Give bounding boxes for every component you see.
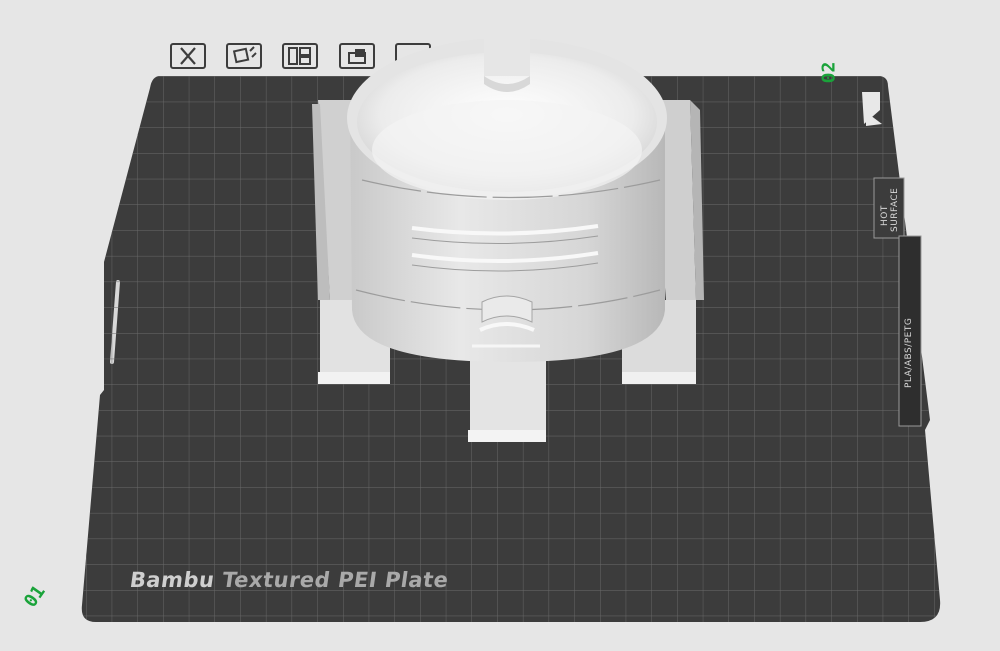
side-label-filament: PLA/ABS/PETG (904, 317, 914, 388)
side-label-surface: SURFACE (890, 187, 900, 232)
plate-brand: Bambu (128, 568, 217, 592)
build-plate-scene (81, 38, 941, 622)
side-label-hot: HOT (880, 205, 890, 226)
plate-name-label: Bambu Textured PEI Plate (128, 568, 450, 592)
plate-type: Textured PEI Plate (220, 568, 451, 592)
plate-number-right: 02 (818, 61, 840, 84)
3d-viewport[interactable]: Bambu Textured PEI Plate 01 02 PLA/ABS/P… (0, 0, 1000, 651)
